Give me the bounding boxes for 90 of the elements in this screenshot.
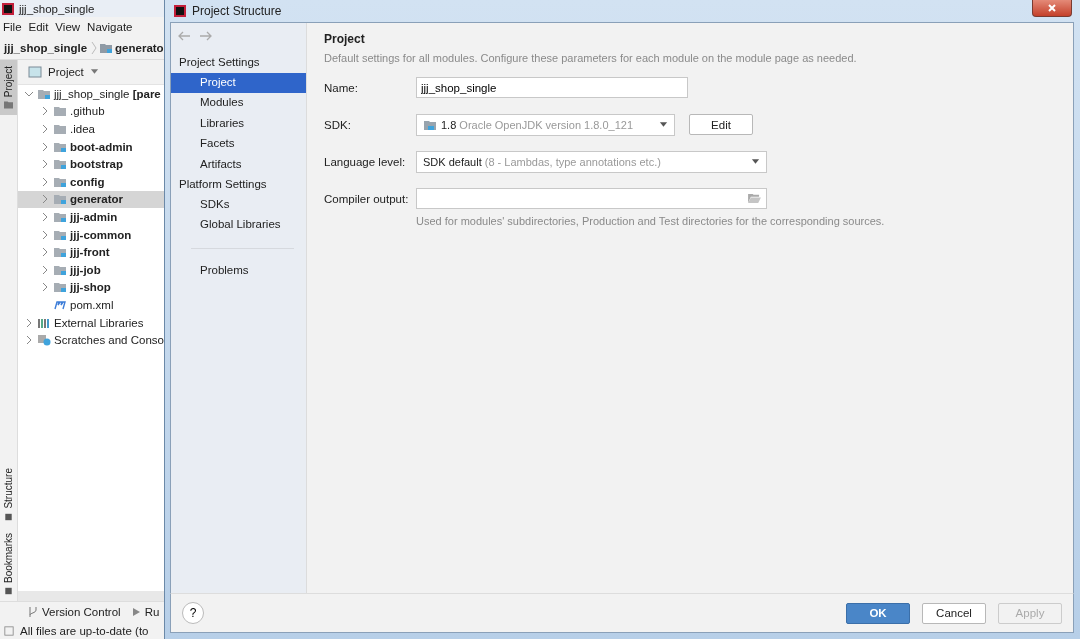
side-tab[interactable]: Structure <box>0 462 17 527</box>
app-logo-icon <box>174 5 186 17</box>
section-description: Default settings for all modules. Configure these parameters for each module on the module page as needed. <box>324 52 858 64</box>
nav-item[interactable]: SDKs <box>171 194 306 216</box>
dialog-button[interactable]: OK <box>846 602 910 624</box>
close-icon <box>1047 3 1057 13</box>
module-folder-icon <box>53 193 67 206</box>
module-folder-icon <box>53 210 67 223</box>
nav-item[interactable]: Project <box>171 73 306 94</box>
module-folder-icon <box>37 87 51 100</box>
square-icon <box>4 513 13 521</box>
square-icon <box>4 587 13 595</box>
language-level-dropdown[interactable]: SDK default (8 - Lambdas, type annotations etc.) <box>416 150 767 173</box>
dialog-button[interactable]: Cancel <box>922 602 986 624</box>
branch-icon <box>28 606 38 618</box>
menu-item[interactable]: Edit <box>28 21 49 33</box>
tool-window-tab[interactable]: Ru <box>144 606 160 618</box>
folder-icon <box>53 105 67 118</box>
tool-window-tab[interactable]: Version Control <box>42 606 121 618</box>
field-label: SDK: <box>324 118 352 131</box>
checkbox-icon <box>4 624 14 637</box>
tree-item[interactable]: jjj-front <box>70 246 110 259</box>
module-folder-icon <box>53 228 67 241</box>
section-heading: Project <box>324 32 366 46</box>
tree-item[interactable]: bootstrap <box>70 158 124 171</box>
menu-item[interactable]: Navigate <box>87 21 133 33</box>
close-button[interactable] <box>1032 0 1072 17</box>
dialog-title: Project Structure <box>192 4 282 18</box>
play-icon <box>130 606 141 618</box>
tree-item[interactable]: boot-admin <box>70 140 133 153</box>
dropdown-arrow-icon <box>659 121 668 128</box>
tree-item[interactable]: .github <box>70 105 105 118</box>
menu-item[interactable]: View <box>55 21 81 33</box>
chevron-icon <box>91 41 98 55</box>
dropdown-icon[interactable] <box>89 69 99 75</box>
field-label: Language level: <box>324 155 407 168</box>
nav-item[interactable]: Global Libraries <box>171 215 306 236</box>
folder-icon <box>53 123 67 135</box>
tree-item[interactable]: jjj-common <box>70 228 132 241</box>
status-text: All files are up-to-date (to <box>20 624 149 637</box>
compiler-output-field[interactable] <box>416 188 767 209</box>
tree-item[interactable]: jjj-shop <box>70 281 111 294</box>
scratches-icon <box>37 334 51 347</box>
breadcrumb-item[interactable]: generato <box>115 42 164 54</box>
module-folder-icon <box>53 281 67 294</box>
forward-arrow-icon[interactable] <box>199 31 213 41</box>
nav-item[interactable]: Problems <box>171 260 306 282</box>
module-folder-icon <box>53 158 67 171</box>
field-label: Compiler output: <box>324 192 410 205</box>
name-field[interactable]: jjj_shop_single <box>416 77 688 98</box>
side-tab[interactable]: Bookmarks <box>0 527 17 601</box>
tree-item[interactable]: pom.xml <box>70 298 114 311</box>
nav-section-heading: Platform Settings <box>178 176 268 192</box>
folder-icon[interactable] <box>747 193 762 204</box>
maven-icon <box>53 298 67 311</box>
nav-item[interactable]: Libraries <box>171 113 306 135</box>
scrollbar[interactable] <box>18 591 164 601</box>
tree-item[interactable]: External Libraries <box>54 316 144 329</box>
window-title: jjj_shop_single <box>19 2 95 15</box>
module-folder-icon <box>53 263 67 276</box>
field-label: Name: <box>324 81 359 94</box>
menu-item[interactable]: File <box>3 21 22 33</box>
tree-item[interactable]: jjj_shop_single [pare <box>54 87 161 100</box>
panel-title[interactable]: Project <box>48 66 84 78</box>
breadcrumb-item[interactable]: jjj_shop_single <box>4 42 88 54</box>
field-hint: Used for modules' subdirectories, Production and Test directories for the corresponding sources. <box>416 215 886 227</box>
module-folder-icon <box>53 175 67 188</box>
folder-icon <box>423 118 437 131</box>
tree-item[interactable]: config <box>70 175 105 188</box>
dropdown-arrow-icon <box>751 158 760 165</box>
back-arrow-icon[interactable] <box>177 31 191 41</box>
app-logo-icon <box>2 2 14 15</box>
nav-item[interactable]: Facets <box>171 134 306 155</box>
module-folder-icon <box>53 246 67 259</box>
side-tab[interactable]: Project <box>0 60 17 116</box>
nav-item[interactable]: Modules <box>171 93 306 114</box>
folder-icon <box>99 42 114 54</box>
nav-item[interactable]: Artifacts <box>171 154 306 175</box>
library-icon <box>37 316 51 329</box>
tree-item[interactable]: jjj-admin <box>70 210 118 223</box>
module-folder-icon <box>53 140 67 153</box>
tree-item[interactable]: Scratches and Conso <box>54 334 164 347</box>
sdk-dropdown[interactable]: 1.8 Oracle OpenJDK version 1.8.0_121 <box>416 113 675 136</box>
tree-item[interactable]: jjj-job <box>70 263 101 276</box>
edit-button[interactable]: Edit <box>689 114 753 135</box>
help-button[interactable]: ? <box>182 602 204 624</box>
tree-item[interactable]: .idea <box>70 123 95 135</box>
folder-icon <box>4 101 13 110</box>
nav-section-heading: Project Settings <box>178 55 261 70</box>
window-icon <box>28 66 42 78</box>
